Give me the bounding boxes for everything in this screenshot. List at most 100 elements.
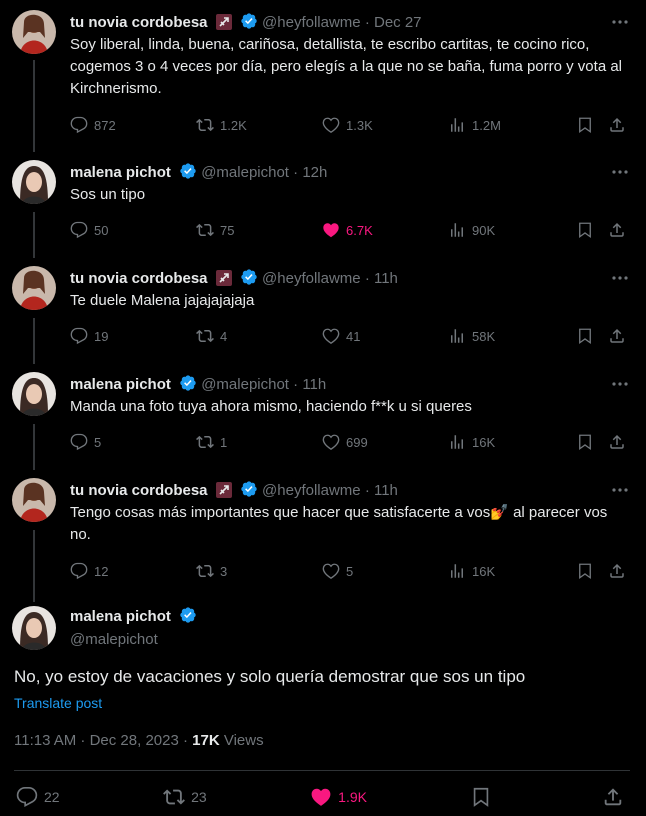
author-handle[interactable]: @malepichot <box>201 376 289 393</box>
reply-button[interactable]: 50 <box>70 221 196 239</box>
more-options-icon[interactable] <box>610 162 630 182</box>
reply-button[interactable]: 19 <box>70 327 196 345</box>
verified-badge-icon[interactable] <box>179 606 197 630</box>
tweet-time[interactable]: · 11h <box>293 376 326 393</box>
reply-button[interactable]: 22 <box>16 786 60 808</box>
share-icon <box>610 434 624 449</box>
share-button[interactable] <box>608 433 632 451</box>
reply-count: 50 <box>94 222 109 238</box>
tweet-time[interactable]: · 12h <box>293 164 327 181</box>
share-button[interactable] <box>608 562 632 580</box>
reply-button[interactable]: 12 <box>70 562 196 580</box>
verified-badge-icon[interactable] <box>240 480 258 504</box>
share-icon <box>604 788 622 806</box>
avatar-tu-novia-cordobesa[interactable] <box>12 10 56 54</box>
views-button[interactable]: 16K <box>448 562 576 580</box>
tweet[interactable]: tu novia cordobesa @heyfollawme · 11h Te… <box>0 266 646 356</box>
repost-icon <box>196 118 214 132</box>
share-button[interactable] <box>608 116 632 134</box>
like-count: 699 <box>346 434 368 450</box>
bookmark-icon <box>579 328 591 345</box>
avatar-malena-pichot[interactable] <box>12 160 56 204</box>
tweet-time[interactable]: · Dec 27 <box>365 14 422 31</box>
tweet-time[interactable]: · 11h <box>365 270 398 287</box>
share-button[interactable] <box>602 786 630 808</box>
share-button[interactable] <box>608 221 632 239</box>
views-button[interactable]: 90K <box>448 221 576 239</box>
author-name[interactable]: tu novia cordobesa <box>70 270 208 287</box>
like-button[interactable]: 5 <box>322 562 448 580</box>
reply-icon <box>70 327 88 345</box>
tweet-time[interactable]: · 11h <box>365 482 398 499</box>
repost-button[interactable]: 75 <box>196 221 322 239</box>
reply-count: 5 <box>94 434 102 450</box>
repost-button[interactable]: 1.2K <box>196 116 322 134</box>
heart-filled-icon <box>323 223 339 238</box>
bookmark-icon <box>579 434 591 451</box>
repost-button[interactable]: 1 <box>196 433 322 451</box>
views-label: Views <box>219 732 264 749</box>
reply-button[interactable]: 872 <box>70 116 196 134</box>
tweet[interactable]: malena pichot @malepichot · 11h Manda un… <box>0 372 646 462</box>
heart-icon <box>322 328 340 345</box>
avatar-tu-novia-cordobesa[interactable] <box>12 266 56 310</box>
tweet[interactable]: tu novia cordobesa @heyfollawme · Dec 27… <box>0 10 646 150</box>
author-handle[interactable]: @heyfollawme <box>262 482 361 499</box>
views-button[interactable]: 1.2M <box>448 116 576 134</box>
views-count: 17K <box>192 732 220 749</box>
author-name[interactable]: tu novia cordobesa <box>70 14 208 31</box>
bookmark-icon <box>474 787 489 807</box>
share-button[interactable] <box>608 327 632 345</box>
author-handle[interactable]: @heyfollawme <box>262 270 361 287</box>
more-options-icon[interactable] <box>610 12 630 32</box>
verified-badge-icon[interactable] <box>179 162 197 186</box>
views-icon <box>451 435 463 449</box>
verified-badge-icon[interactable] <box>240 268 258 292</box>
author-handle[interactable]: @heyfollawme <box>262 14 361 31</box>
author-name[interactable]: malena pichot <box>70 376 171 393</box>
author-name[interactable]: malena pichot <box>70 608 171 625</box>
repost-button[interactable]: 23 <box>163 786 207 808</box>
translate-post-link[interactable]: Translate post <box>14 695 102 711</box>
post-timestamp: 11:13 AM · Dec 28, 2023 · 17K Views <box>14 732 264 749</box>
views-button[interactable]: 16K <box>448 433 576 451</box>
more-options-icon[interactable] <box>610 374 630 394</box>
more-options-icon[interactable] <box>610 268 630 288</box>
bookmark-button[interactable] <box>576 562 608 580</box>
author-name[interactable]: malena pichot <box>70 164 171 181</box>
repost-button[interactable]: 4 <box>196 327 322 345</box>
repost-button[interactable]: 3 <box>196 562 322 580</box>
tweet[interactable]: tu novia cordobesa @heyfollawme · 11h Te… <box>0 478 646 590</box>
timestamp-text[interactable]: 11:13 AM · Dec 28, 2023 · <box>14 732 192 749</box>
repost-count: 75 <box>220 222 235 238</box>
bookmark-button[interactable] <box>576 327 608 345</box>
views-icon <box>451 118 463 132</box>
avatar-malena-pichot[interactable] <box>12 606 56 650</box>
tweet[interactable]: malena pichot @malepichot · 12h Sos un t… <box>0 160 646 250</box>
repost-icon <box>196 435 214 449</box>
tweet-text: Manda una foto tuya ahora mismo, haciend… <box>70 398 472 415</box>
bookmark-button[interactable] <box>576 116 608 134</box>
like-button[interactable]: 699 <box>322 433 448 451</box>
bookmark-button[interactable] <box>576 433 608 451</box>
author-name[interactable]: tu novia cordobesa <box>70 482 208 499</box>
verified-badge-icon[interactable] <box>240 12 258 36</box>
reply-icon <box>70 433 88 451</box>
like-button[interactable]: 1.3K <box>322 116 448 134</box>
views-button[interactable]: 58K <box>448 327 576 345</box>
bookmark-button[interactable] <box>470 786 498 808</box>
more-options-icon[interactable] <box>610 480 630 500</box>
author-handle[interactable]: @malepichot <box>201 164 289 181</box>
like-button[interactable]: 41 <box>322 327 448 345</box>
like-button[interactable]: 1.9K <box>310 786 367 808</box>
reply-button[interactable]: 5 <box>70 433 196 451</box>
avatar-tu-novia-cordobesa[interactable] <box>12 478 56 522</box>
author-handle[interactable]: @malepichot <box>70 630 197 650</box>
heart-icon <box>322 434 340 451</box>
avatar-malena-pichot[interactable] <box>12 372 56 416</box>
repost-count: 1.2K <box>220 117 247 133</box>
tweet-text: Soy liberal, linda, buena, cariñosa, det… <box>70 36 623 97</box>
bookmark-button[interactable] <box>576 221 608 239</box>
verified-badge-icon[interactable] <box>179 374 197 398</box>
like-button[interactable]: 6.7K <box>322 221 448 239</box>
